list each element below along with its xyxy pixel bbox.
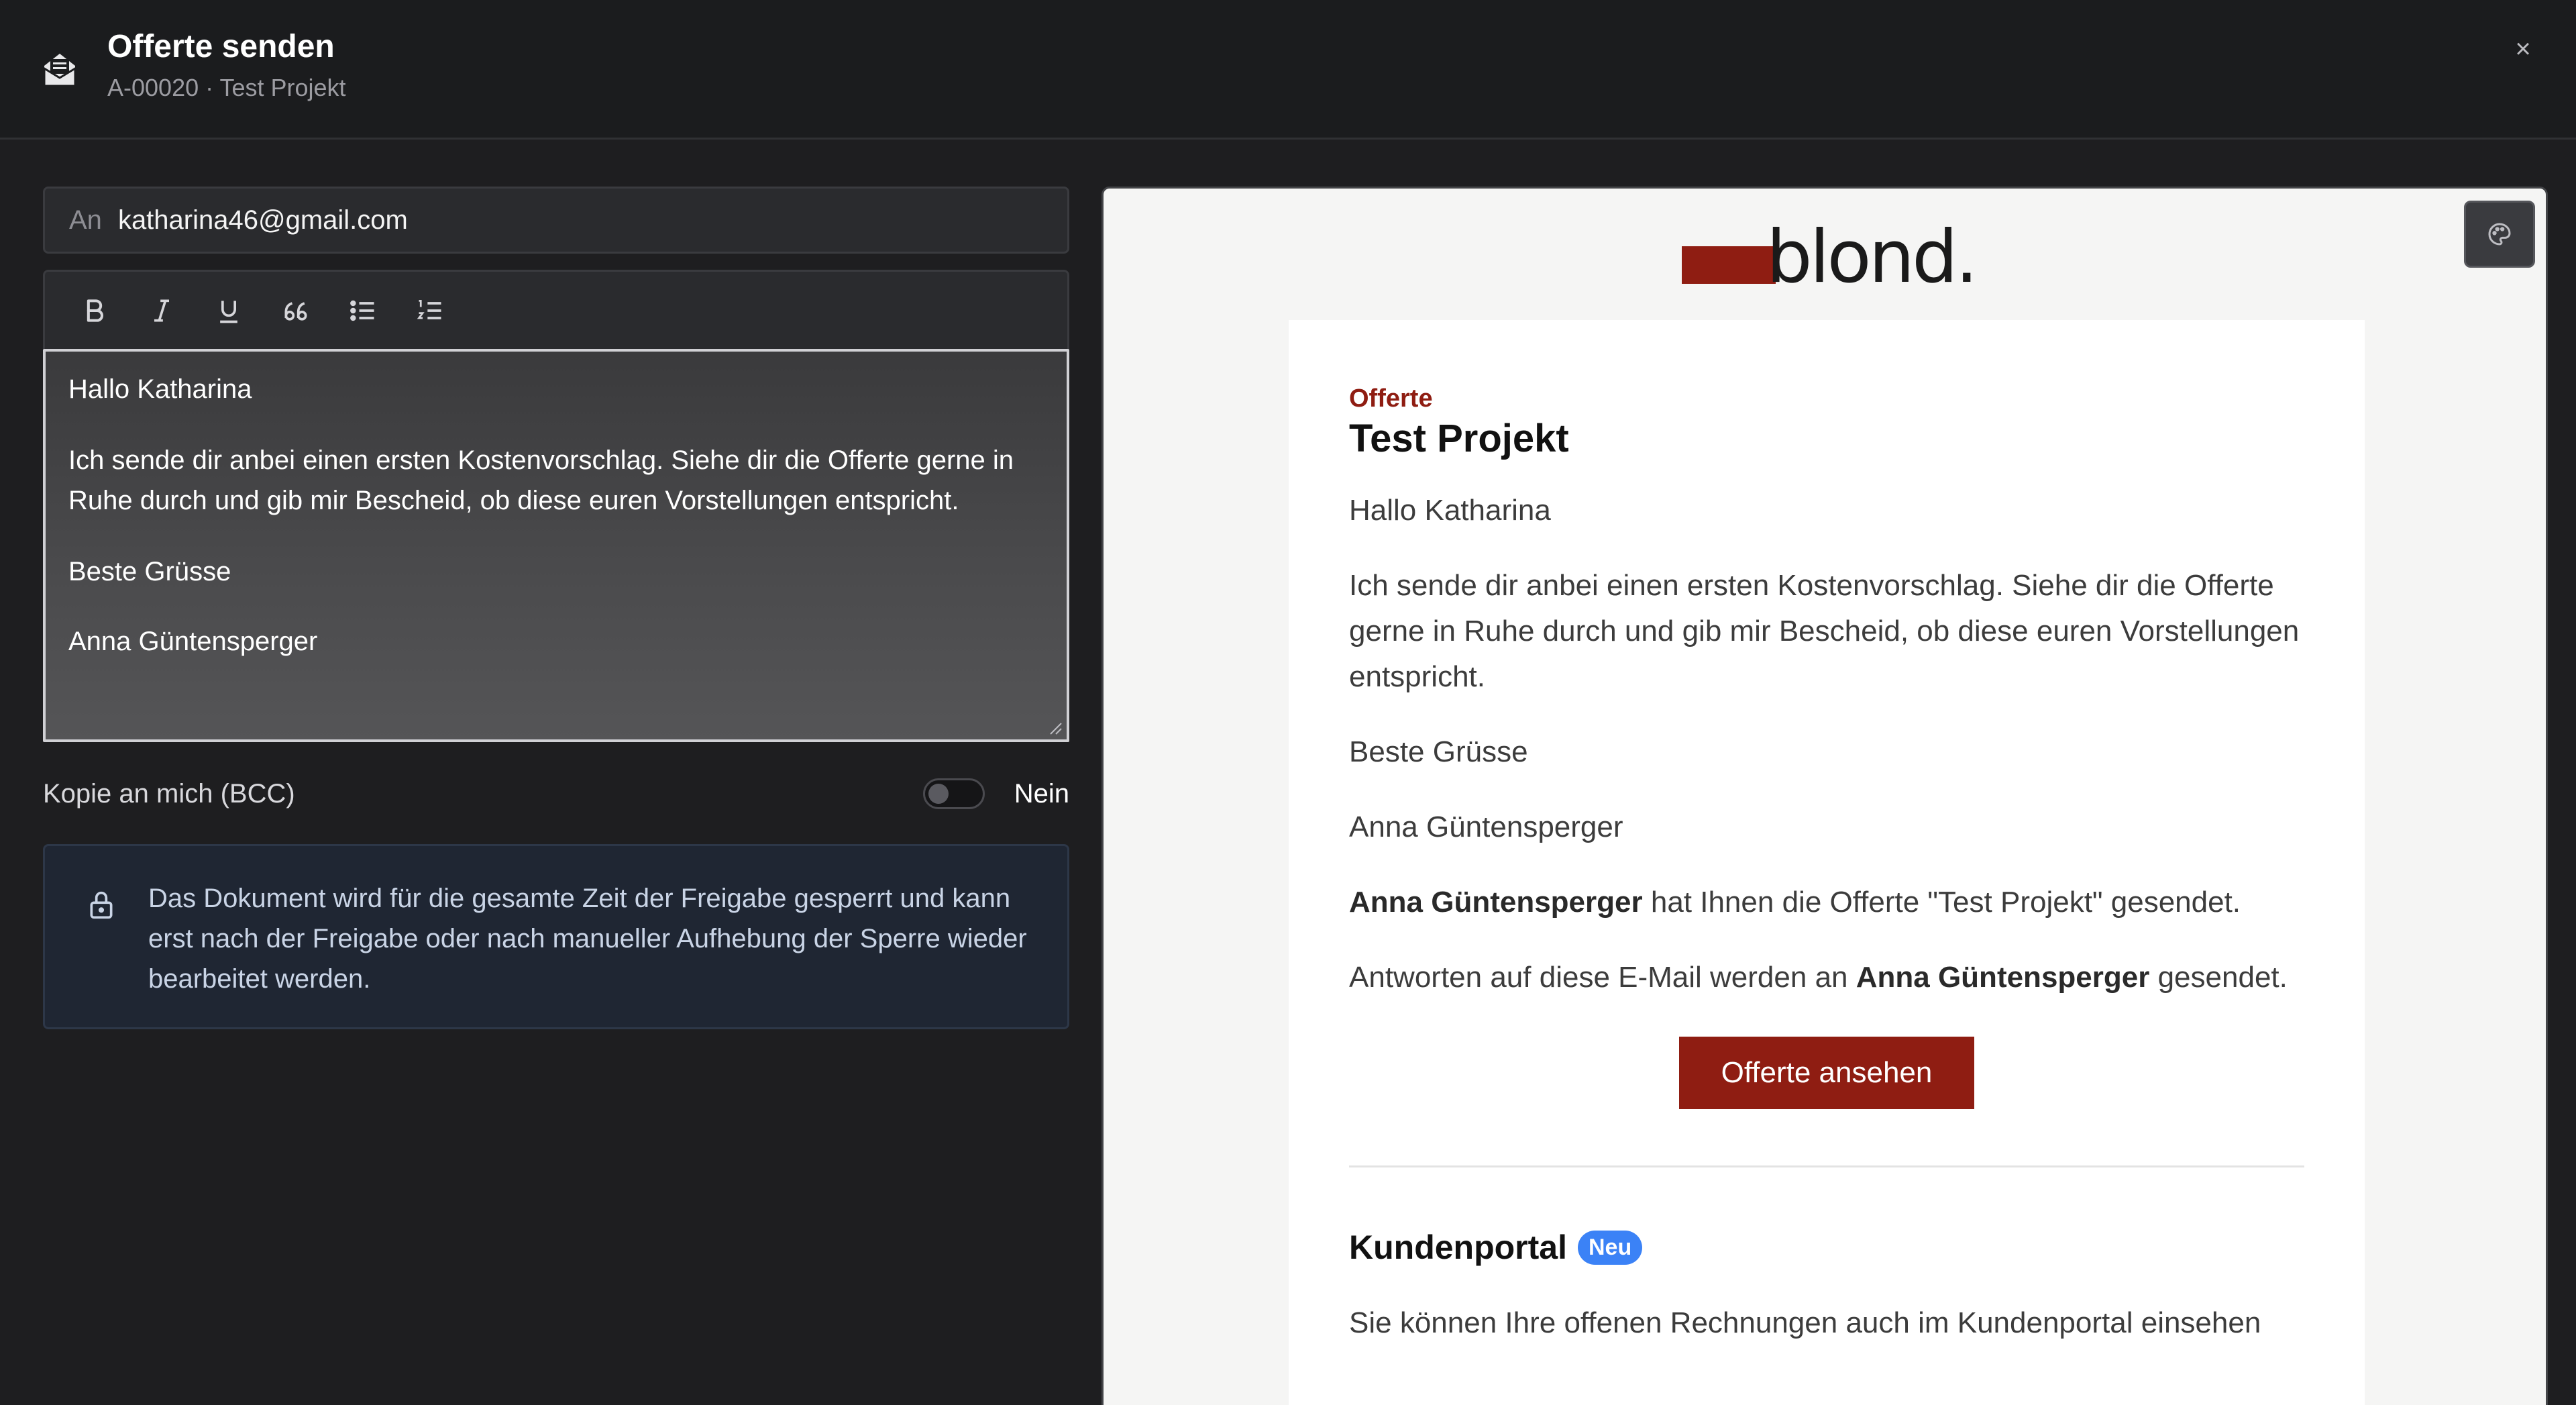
recipient-value[interactable]: katharina46@gmail.com xyxy=(118,205,408,236)
sender-name: Anna Güntensperger xyxy=(1349,886,1643,919)
palette-icon xyxy=(2488,223,2511,246)
portal-text: Sie können Ihre offenen Rechnungen auch … xyxy=(1349,1306,2261,1339)
close-icon: × xyxy=(2515,34,2531,64)
document-type: Offerte xyxy=(1349,384,1433,413)
divider xyxy=(1349,1165,2304,1167)
numbered-list-button[interactable] xyxy=(410,291,450,331)
theme-button[interactable] xyxy=(2464,201,2535,268)
message-closing: Beste Grüsse xyxy=(68,557,231,586)
reply-name: Anna Güntensperger xyxy=(1856,961,2150,994)
bold-button[interactable] xyxy=(74,291,115,331)
numbered-list-icon xyxy=(417,299,441,319)
preview-signature: Anna Güntensperger xyxy=(1349,811,1623,843)
close-button[interactable]: × xyxy=(2505,31,2541,67)
envelope-open-icon xyxy=(43,54,76,87)
editor-toolbar xyxy=(43,270,1069,349)
new-badge: Neu xyxy=(1577,1230,1643,1265)
resize-handle-icon[interactable] xyxy=(1046,719,1063,735)
italic-icon xyxy=(154,299,169,321)
lock-icon xyxy=(90,891,113,919)
underline-button[interactable] xyxy=(209,291,249,331)
lock-info-box: Das Dokument wird für die gesamte Zeit d… xyxy=(43,844,1069,1029)
lock-info-text: Das Dokument wird für die gesamte Zeit d… xyxy=(148,884,1027,994)
logo-text: blond. xyxy=(1766,215,1978,299)
brand-logo: blond. xyxy=(1682,215,1978,299)
bcc-row: Kopie an mich (BCC) Nein xyxy=(43,772,1069,816)
reply-notice: Antworten auf diese E-Mail werden an Ann… xyxy=(1349,955,2304,1000)
toggle-knob xyxy=(928,784,949,804)
message-paragraph: Ich sende dir anbei einen ersten Kostenv… xyxy=(68,446,1014,515)
bcc-label: Kopie an mich (BCC) xyxy=(43,778,295,809)
reply-prefix: Antworten auf diese E-Mail werden an xyxy=(1349,961,1856,994)
view-offer-button[interactable]: Offerte ansehen xyxy=(1679,1037,1974,1109)
dialog-header: Offerte senden A-00020 · Test Projekt × xyxy=(0,0,2576,140)
bullet-list-icon xyxy=(350,300,374,321)
email-preview: blond. Offerte Test Projekt Hallo Kathar… xyxy=(1102,187,2548,1405)
preview-paragraph: Ich sende dir anbei einen ersten Kostenv… xyxy=(1349,569,2300,693)
bcc-state: Nein xyxy=(1014,778,1069,809)
bullet-list-button[interactable] xyxy=(343,291,383,331)
recipient-field[interactable]: An katharina46@gmail.com xyxy=(43,187,1069,254)
sent-notice: Anna Güntensperger hat Ihnen die Offerte… xyxy=(1349,880,2304,925)
message-greeting: Hallo Katharina xyxy=(68,374,252,404)
quote-button[interactable] xyxy=(276,291,316,331)
sent-notice-text: hat Ihnen die Offerte "Test Projekt" ges… xyxy=(1642,886,2241,919)
underline-icon xyxy=(220,300,237,323)
preview-greeting: Hallo Katharina xyxy=(1349,494,1551,527)
project-title: Test Projekt xyxy=(1349,417,1569,460)
message-editor[interactable]: Hallo Katharina Ich sende dir anbei eine… xyxy=(43,349,1069,742)
bold-icon xyxy=(87,299,103,322)
portal-title: Kundenportal xyxy=(1349,1229,1567,1266)
dialog-title: Offerte senden xyxy=(107,29,335,64)
italic-button[interactable] xyxy=(142,291,182,331)
portal-heading: Kundenportal Neu xyxy=(1349,1228,2304,1267)
logo-mark xyxy=(1682,246,1776,284)
bcc-toggle[interactable] xyxy=(922,778,985,809)
dialog-subtitle: A-00020 · Test Projekt xyxy=(107,74,346,101)
email-card: Offerte Test Projekt Hallo Katharina Ich… xyxy=(1289,320,2365,1405)
quote-icon xyxy=(284,301,307,321)
recipient-label: An xyxy=(69,205,102,235)
preview-closing: Beste Grüsse xyxy=(1349,735,1528,768)
reply-suffix: gesendet. xyxy=(2149,961,2288,994)
message-signature: Anna Güntensperger xyxy=(68,627,318,656)
